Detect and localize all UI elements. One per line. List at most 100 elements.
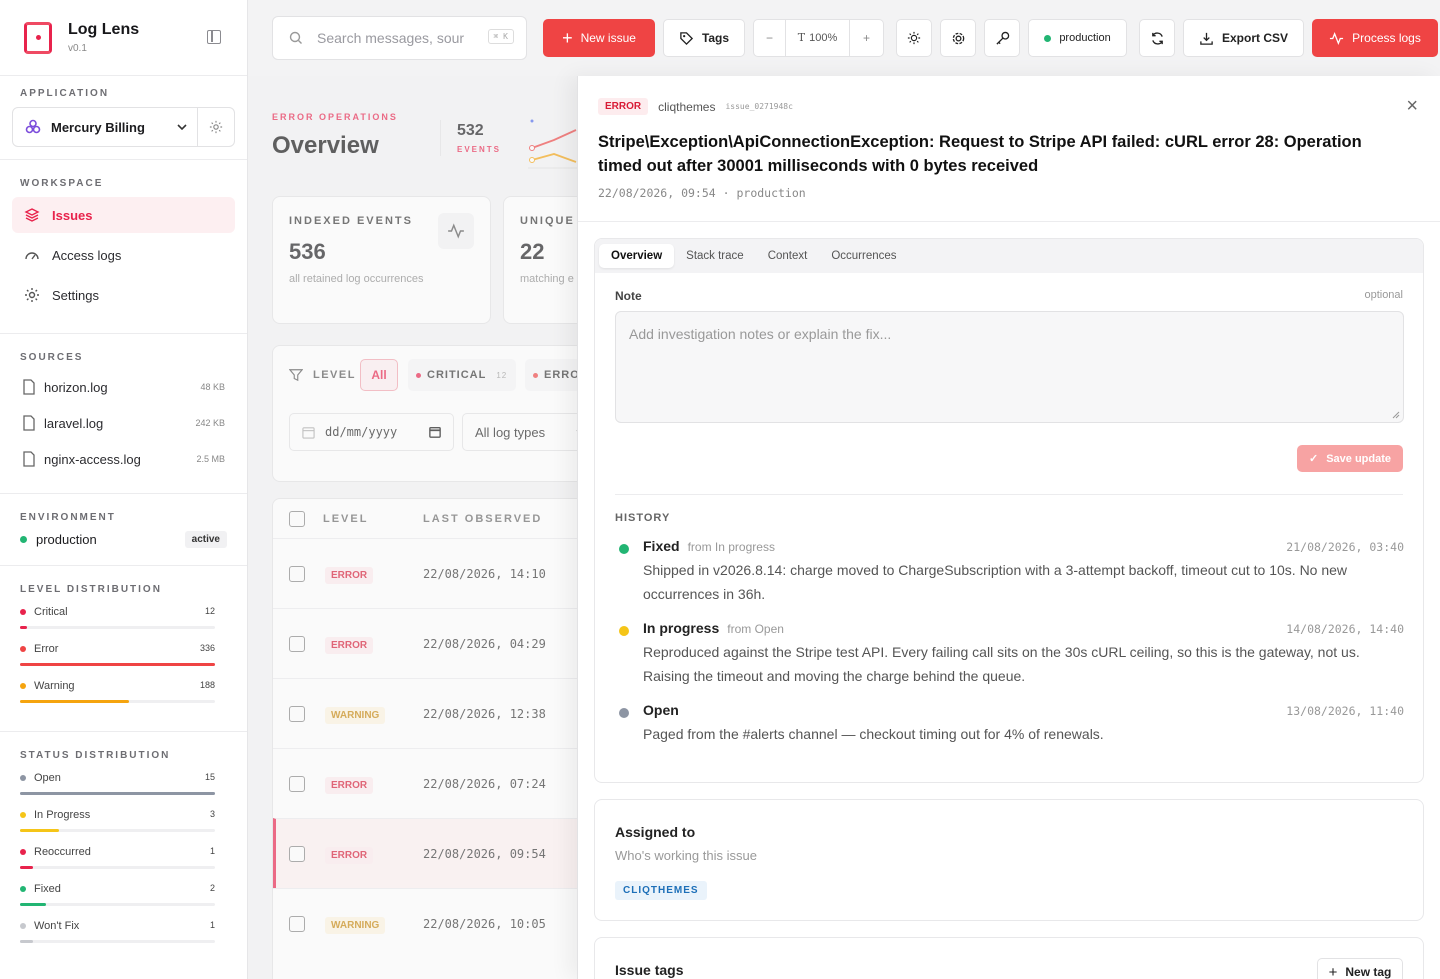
tab-overview[interactable]: Overview xyxy=(599,244,675,268)
note-textarea[interactable]: Add investigation notes or explain the f… xyxy=(615,311,1404,423)
nav-item-issues[interactable]: Issues xyxy=(12,197,235,233)
settings-button[interactable] xyxy=(940,19,976,57)
section-title: LEVEL DISTRIBUTION xyxy=(20,584,162,595)
tab-bar: Overview Stack trace Context Occurrences xyxy=(595,239,1423,273)
workspace-section: WORKSPACE Issues Access logs Settings xyxy=(0,160,247,334)
backdrop-overlay[interactable] xyxy=(248,76,578,979)
refresh-icon xyxy=(1151,31,1163,45)
status-dot xyxy=(20,923,26,929)
environment-section: ENVIRONMENT production active xyxy=(0,494,247,566)
plus-icon: + xyxy=(1328,963,1338,979)
distribution-bar xyxy=(20,940,215,943)
distribution-bar-fill xyxy=(20,903,46,906)
file-icon xyxy=(23,415,35,431)
environment-switch[interactable]: production xyxy=(1028,19,1127,57)
history-list: Fixed from In progress 21/08/2026, 03:40 Sh… xyxy=(615,538,1404,760)
distribution-bar xyxy=(20,903,215,906)
history-status: Open xyxy=(643,702,679,718)
zoom-control: − T 100% + xyxy=(753,19,884,57)
plus-icon: + xyxy=(562,27,573,48)
new-tag-button[interactable]: + New tag xyxy=(1317,958,1403,979)
source-name: nginx-access.log xyxy=(44,451,141,467)
tags-button[interactable]: Tags xyxy=(663,19,745,57)
environment-item[interactable]: production active xyxy=(12,531,235,548)
status-dot xyxy=(20,683,26,689)
distribution-count: 3 xyxy=(209,809,215,819)
section-title: WORKSPACE xyxy=(20,178,104,189)
gauge-icon xyxy=(25,252,39,260)
collapse-sidebar-icon[interactable] xyxy=(207,30,221,44)
issue-detail-panel: ERROR cliqthemes issue_0271948c × Stripe… xyxy=(577,76,1440,979)
export-label: Export CSV xyxy=(1221,31,1288,45)
zoom-out-button[interactable]: − xyxy=(754,20,786,56)
tab-occurrences[interactable]: Occurrences xyxy=(819,244,908,268)
distribution-bar xyxy=(20,829,215,832)
theme-toggle-button[interactable] xyxy=(896,19,932,57)
history-text: Paged from the #alerts channel — checkou… xyxy=(643,726,1104,742)
distribution-bar xyxy=(20,866,215,869)
status-dot xyxy=(20,849,26,855)
distribution-label: Reoccurred xyxy=(34,846,91,858)
top-bar: Search messages, sour ⌘ K + New issue Tag… xyxy=(248,0,1440,76)
resize-handle-icon[interactable] xyxy=(1392,411,1400,419)
distribution-count: 336 xyxy=(199,643,215,653)
distribution-row[interactable]: Won't Fix 1 xyxy=(12,915,235,952)
distribution-row[interactable]: Fixed 2 xyxy=(12,878,235,915)
nav-item-settings[interactable]: Settings xyxy=(12,277,235,313)
save-update-button[interactable]: ✓ Save update xyxy=(1297,445,1403,472)
api-key-button[interactable] xyxy=(984,19,1020,57)
search-input[interactable]: Search messages, sour ⌘ K xyxy=(272,16,527,60)
nav-item-access-logs[interactable]: Access logs xyxy=(12,237,235,273)
status-dot xyxy=(20,775,26,781)
divider xyxy=(578,221,1440,222)
history-text: Shipped in v2026.8.14: charge moved to C… xyxy=(643,562,1348,602)
distribution-row[interactable]: Warning 188 xyxy=(12,675,235,712)
distribution-bar-fill xyxy=(20,866,34,869)
environment-label: production xyxy=(1059,32,1111,44)
refresh-button[interactable] xyxy=(1139,19,1175,57)
distribution-bar xyxy=(20,700,215,703)
issue-meta-row: ERROR cliqthemes issue_0271948c xyxy=(598,98,793,115)
note-placeholder: Add investigation notes or explain the f… xyxy=(629,326,892,342)
note-label: Note xyxy=(615,289,642,303)
new-issue-button[interactable]: + New issue xyxy=(543,19,655,57)
log-lens-logo xyxy=(24,21,52,54)
source-size: 2.5 MB xyxy=(196,454,225,464)
tab-stack-trace[interactable]: Stack trace xyxy=(674,244,756,268)
distribution-bar-fill xyxy=(20,700,130,703)
source-item[interactable]: laravel.log 242 KB xyxy=(12,405,235,441)
sidebar: Log Lens v0.1 APPLICATION Mercury Billin… xyxy=(0,0,248,979)
chevron-down-icon xyxy=(177,124,187,130)
gear-icon xyxy=(952,32,964,44)
save-label: Save update xyxy=(1326,452,1392,465)
distribution-row[interactable]: Error 336 xyxy=(12,638,235,675)
source-name: laravel.log xyxy=(44,415,104,431)
application-settings-button[interactable] xyxy=(198,108,234,146)
distribution-row[interactable]: Reoccurred 1 xyxy=(12,841,235,878)
key-icon xyxy=(995,31,1009,45)
tag-icon xyxy=(680,31,693,45)
tab-context[interactable]: Context xyxy=(756,244,820,268)
source-size: 48 KB xyxy=(200,382,225,392)
distribution-row[interactable]: Open 15 xyxy=(12,767,235,804)
issue-timestamp: 22/08/2026, 09:54 · production xyxy=(598,186,806,200)
close-icon[interactable]: × xyxy=(1406,96,1418,116)
zoom-in-button[interactable]: + xyxy=(850,31,883,45)
distribution-bar xyxy=(20,792,215,795)
search-shortcut: ⌘ K xyxy=(487,29,514,44)
source-item[interactable]: horizon.log 48 KB xyxy=(12,369,235,405)
status-dot xyxy=(1044,34,1052,42)
section-title: SOURCES xyxy=(20,352,84,363)
distribution-row[interactable]: In Progress 3 xyxy=(12,804,235,841)
export-csv-button[interactable]: Export CSV xyxy=(1183,19,1304,57)
source-name: horizon.log xyxy=(44,379,108,395)
history-from: from In progress xyxy=(687,540,775,554)
history-text: Reproduced against the Stripe test API. … xyxy=(643,644,1360,684)
source-item[interactable]: nginx-access.log 2.5 MB xyxy=(12,441,235,477)
distribution-row[interactable]: Critical 12 xyxy=(12,601,235,638)
process-logs-button[interactable]: Process logs xyxy=(1312,19,1438,57)
application-select[interactable]: Mercury Billing xyxy=(12,107,235,147)
process-label: Process logs xyxy=(1352,31,1421,45)
assignee-chip[interactable]: CLIQTHEMES xyxy=(615,881,707,900)
assigned-title: Assigned to xyxy=(615,824,696,840)
